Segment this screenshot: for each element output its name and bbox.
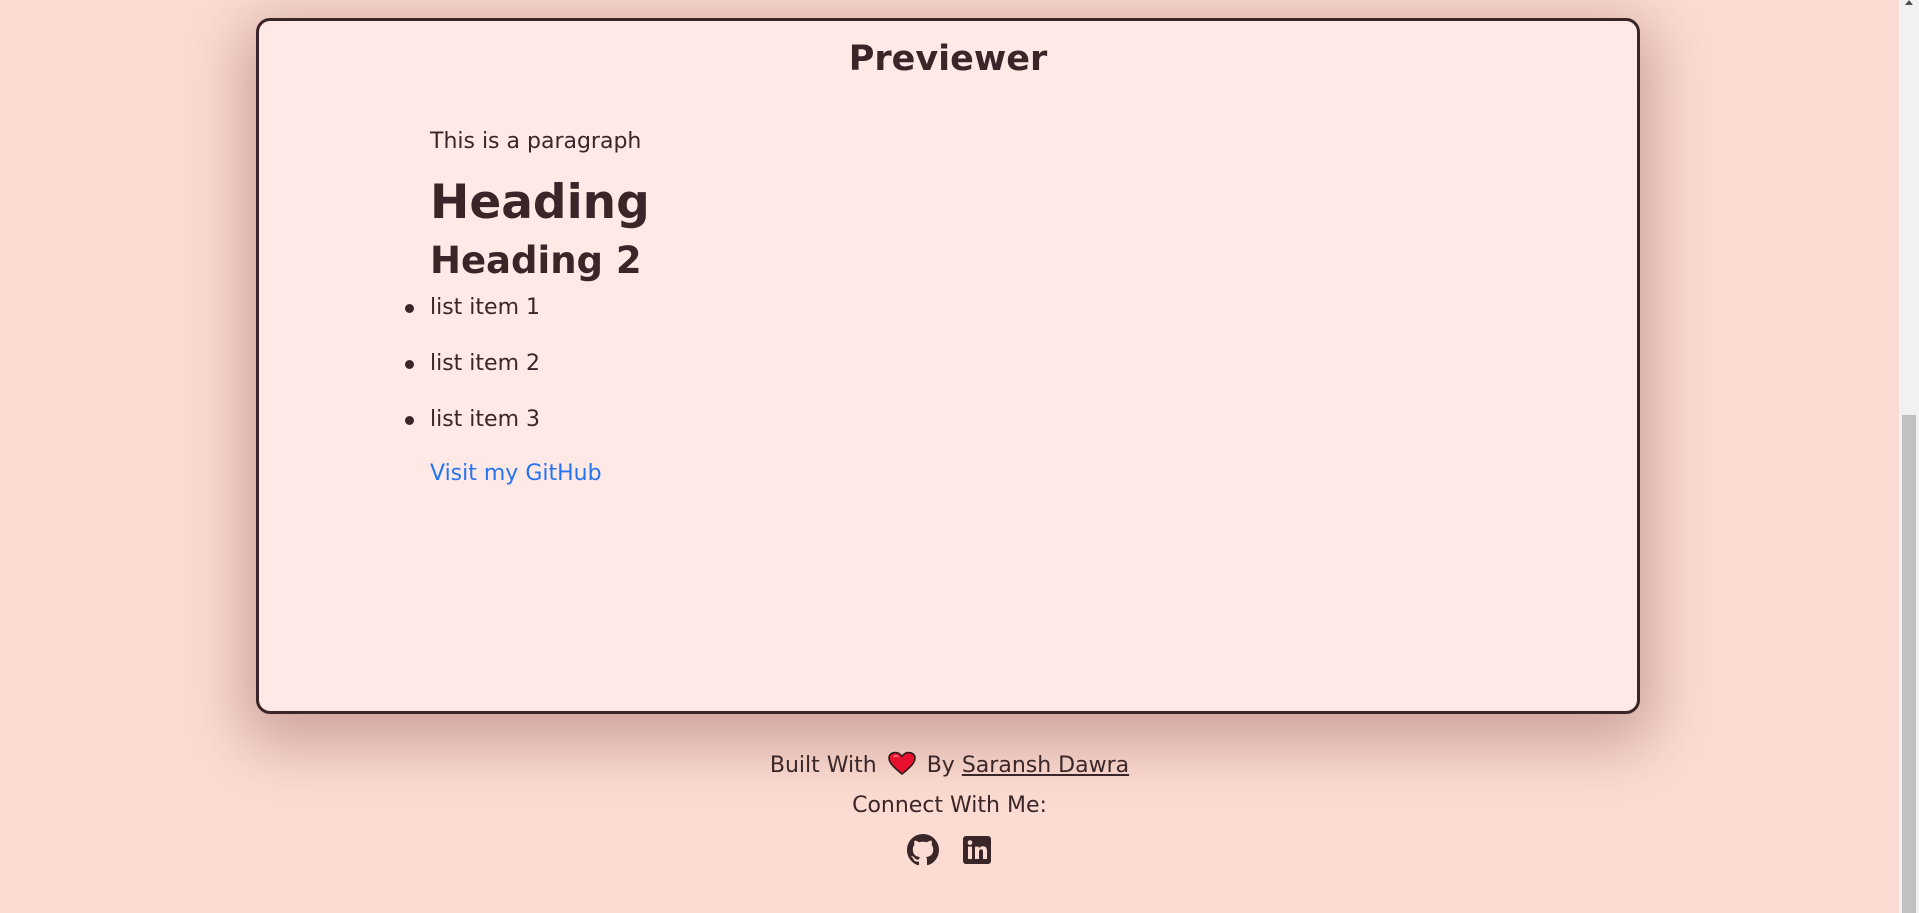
heart-icon	[887, 751, 916, 788]
bullet-icon	[405, 360, 414, 369]
github-link[interactable]: Visit my GitHub	[430, 457, 602, 491]
preview-paragraph: This is a paragraph	[430, 129, 642, 154]
list-item: list item 2	[405, 347, 1430, 381]
connect-text: Connect With Me:	[852, 793, 1047, 818]
scrollbar-thumb[interactable]	[1902, 415, 1916, 913]
bullet-icon	[405, 416, 414, 425]
preview-content: This is a paragraph Heading Heading 2 li…	[405, 125, 1430, 491]
built-with-line: Built With By Saransh Dawra	[0, 748, 1899, 788]
linkedin-icon[interactable]	[961, 834, 993, 866]
preview-list: list item 1 list item 2 list item 3	[405, 291, 1430, 437]
footer: Built With By Saransh Dawra Connect With…	[0, 748, 1899, 866]
list-item: list item 1	[405, 291, 1430, 325]
author-link[interactable]: Saransh Dawra	[962, 753, 1129, 778]
preview-heading-1: Heading	[430, 175, 650, 230]
list-item-text: list item 3	[430, 407, 540, 432]
built-with-text: Built With	[769, 753, 877, 778]
preview-heading-2: Heading 2	[430, 239, 642, 282]
previewer-title: Previewer	[848, 39, 1048, 79]
by-text: By	[926, 753, 955, 778]
list-item: list item 3	[405, 403, 1430, 437]
social-links	[0, 834, 1899, 866]
github-icon[interactable]	[906, 834, 939, 866]
toolbar-divider	[399, 18, 1497, 21]
scroll-up-arrow-icon[interactable]	[1905, 0, 1913, 5]
previewer-panel: Previewer This is a paragraph Heading He…	[256, 18, 1640, 714]
list-item-text: list item 1	[430, 295, 540, 320]
list-item-text: list item 2	[430, 351, 540, 376]
page: Previewer This is a paragraph Heading He…	[0, 0, 1899, 913]
vertical-scrollbar[interactable]	[1899, 0, 1919, 913]
bullet-icon	[405, 304, 414, 313]
